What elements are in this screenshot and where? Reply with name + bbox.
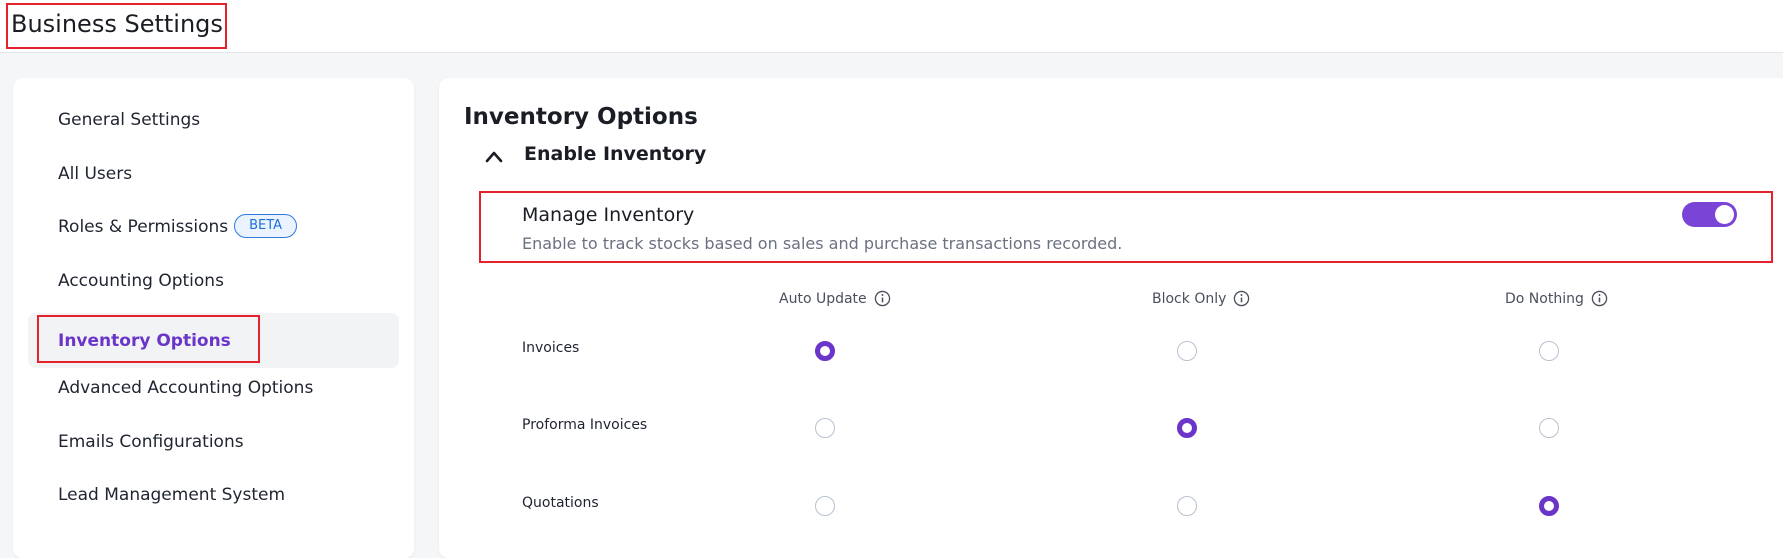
top-bar xyxy=(0,0,1783,53)
sidebar-item-lead-management-system[interactable]: Lead Management System xyxy=(58,482,285,508)
info-icon[interactable] xyxy=(1591,290,1608,307)
column-header-do-nothing: Do Nothing xyxy=(1505,290,1608,307)
toggle-knob xyxy=(1715,205,1734,224)
quotations-auto-update-radio[interactable] xyxy=(815,496,835,516)
row-label-proforma-invoices: Proforma Invoices xyxy=(522,417,648,433)
settings-sidebar: General Settings All Users Roles & Permi… xyxy=(13,78,414,558)
column-label: Do Nothing xyxy=(1505,290,1584,307)
sidebar-item-label: Roles & Permissions xyxy=(58,217,229,237)
proforma-auto-update-radio[interactable] xyxy=(815,418,835,438)
proforma-do-nothing-radio[interactable] xyxy=(1539,418,1559,438)
sidebar-item-inventory-options[interactable]: Inventory Options xyxy=(58,328,231,354)
proforma-block-only-radio[interactable] xyxy=(1177,418,1197,438)
info-icon[interactable] xyxy=(1233,290,1250,307)
sidebar-item-label: All Users xyxy=(58,164,133,184)
section-title: Inventory Options xyxy=(464,104,698,130)
sidebar-item-roles-permissions[interactable]: Roles & Permissions BETA xyxy=(58,214,298,240)
sidebar-item-label: Advanced Accounting Options xyxy=(58,378,314,398)
manage-inventory-title: Manage Inventory xyxy=(522,204,695,226)
enable-inventory-header[interactable]: Enable Inventory xyxy=(524,143,706,165)
invoices-auto-update-radio[interactable] xyxy=(815,341,835,361)
page-title: Business Settings xyxy=(6,3,227,49)
sidebar-item-general-settings[interactable]: General Settings xyxy=(58,107,200,133)
sidebar-item-label: Emails Configurations xyxy=(58,432,244,452)
row-label-invoices: Invoices xyxy=(522,340,580,356)
sidebar-item-label: General Settings xyxy=(58,110,201,130)
sidebar-item-label: Accounting Options xyxy=(58,271,224,291)
sidebar-item-accounting-options[interactable]: Accounting Options xyxy=(58,268,224,294)
invoices-block-only-radio[interactable] xyxy=(1177,341,1197,361)
quotations-block-only-radio[interactable] xyxy=(1177,496,1197,516)
chevron-up-icon[interactable] xyxy=(484,147,504,167)
invoices-do-nothing-radio[interactable] xyxy=(1539,341,1559,361)
column-header-block-only: Block Only xyxy=(1152,290,1250,307)
sidebar-item-advanced-accounting-options[interactable]: Advanced Accounting Options xyxy=(58,375,313,401)
sidebar-item-all-users[interactable]: All Users xyxy=(58,161,132,187)
info-icon[interactable] xyxy=(874,290,891,307)
row-label-quotations: Quotations xyxy=(522,495,599,511)
column-label: Auto Update xyxy=(779,290,867,307)
quotations-do-nothing-radio[interactable] xyxy=(1539,496,1559,516)
column-header-auto-update: Auto Update xyxy=(779,290,891,307)
beta-badge: BETA xyxy=(234,214,298,238)
column-label: Block Only xyxy=(1152,290,1227,307)
sidebar-item-label: Inventory Options xyxy=(58,331,231,351)
manage-inventory-description: Enable to track stocks based on sales an… xyxy=(522,234,1123,253)
sidebar-item-emails-configurations[interactable]: Emails Configurations xyxy=(58,429,244,455)
sidebar-item-label: Lead Management System xyxy=(58,485,286,505)
manage-inventory-toggle[interactable] xyxy=(1682,202,1737,227)
